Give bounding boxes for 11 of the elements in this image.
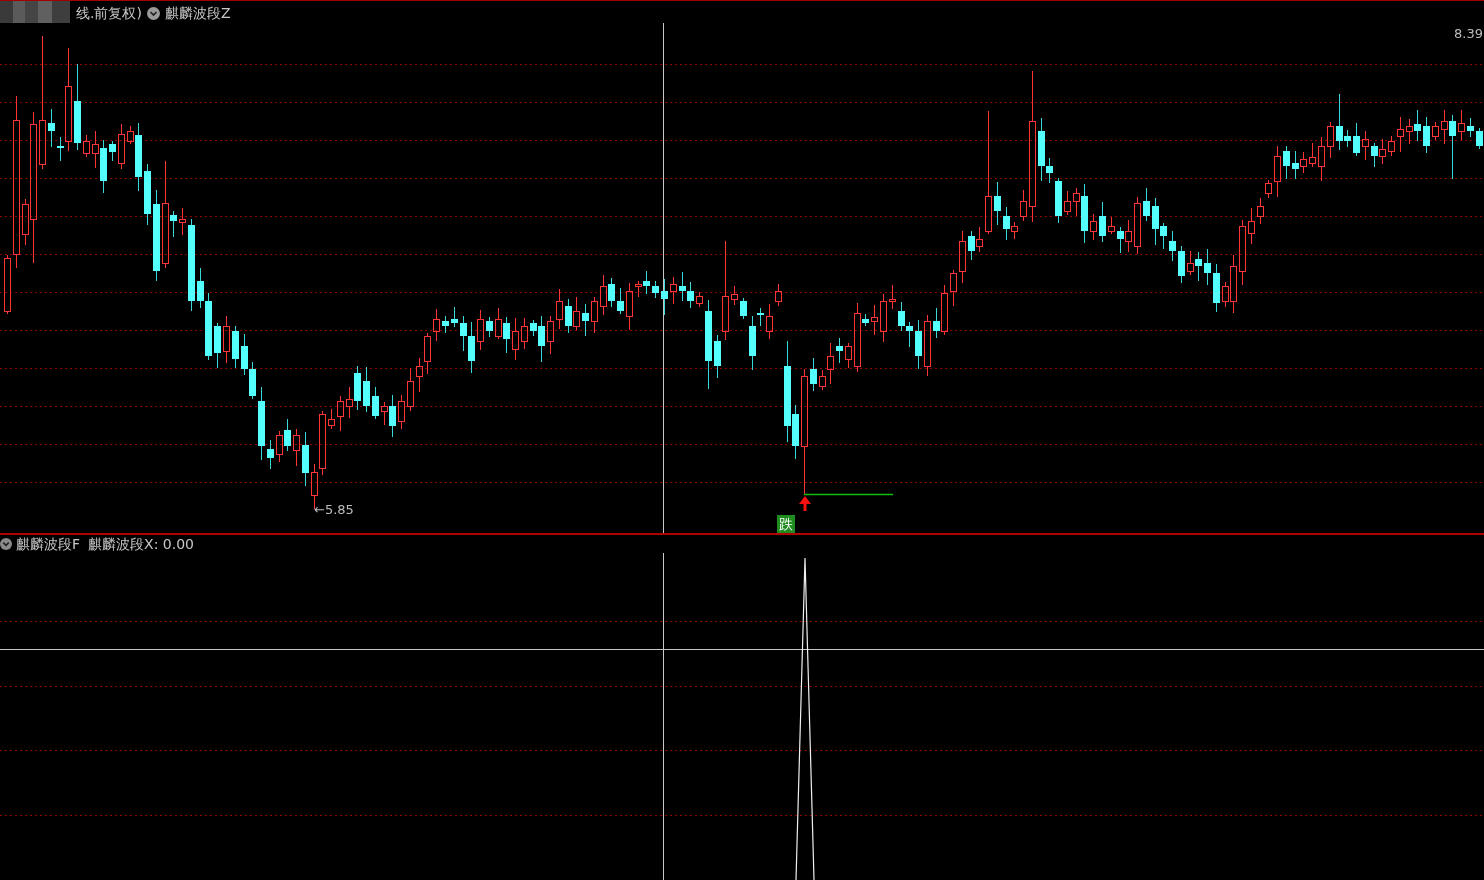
- pixelated-block: [0, 1, 70, 23]
- price-axis-label: 8.39: [1454, 26, 1483, 41]
- chevron-circle-icon[interactable]: [0, 538, 12, 550]
- low-price-label: ←5.85: [314, 502, 354, 517]
- chevron-circle-icon[interactable]: [146, 6, 160, 20]
- signal-tag: 跌: [777, 515, 795, 533]
- up-arrow-icon: [799, 496, 811, 511]
- chart-title: 线.前复权): [76, 5, 142, 21]
- indicator-name: 麒麟波段F: [16, 536, 81, 552]
- indicator-reading: 麒麟波段X: 0.00: [88, 536, 194, 552]
- indicator-name: 麒麟波段Z: [164, 5, 231, 21]
